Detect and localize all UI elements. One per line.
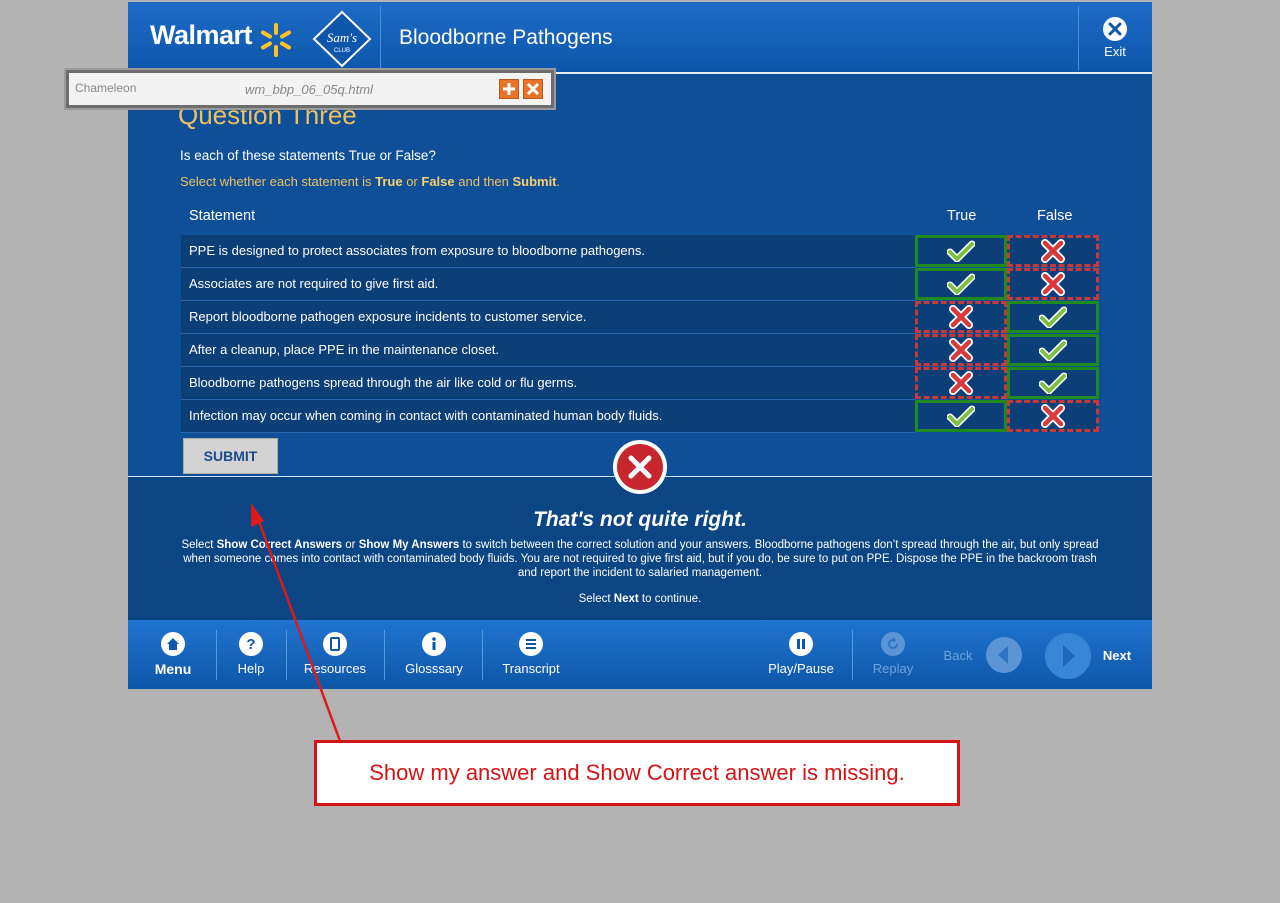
feedback-next-instruction: Select Next to continue. bbox=[578, 593, 702, 605]
row-divider bbox=[181, 432, 915, 433]
x-icon bbox=[948, 304, 974, 330]
column-header-false: False bbox=[1037, 208, 1073, 224]
x-icon bbox=[1040, 403, 1066, 429]
check-icon bbox=[1039, 306, 1067, 328]
feedback-title: That's not quite right. bbox=[533, 508, 747, 531]
nav-divider bbox=[852, 630, 853, 680]
table-row: Report bloodborne pathogen exposure inci… bbox=[181, 301, 1099, 334]
statement-text: Associates are not required to give firs… bbox=[181, 268, 915, 300]
header-divider bbox=[380, 6, 381, 70]
nav-divider bbox=[286, 630, 287, 680]
false-option[interactable] bbox=[1007, 400, 1099, 432]
plus-icon bbox=[503, 83, 515, 95]
false-option[interactable] bbox=[1007, 235, 1099, 267]
nav-divider bbox=[482, 630, 483, 680]
false-option[interactable] bbox=[1007, 367, 1099, 399]
false-option[interactable] bbox=[1007, 268, 1099, 300]
svg-text:?: ? bbox=[246, 636, 255, 653]
resources-button[interactable]: Resources bbox=[296, 620, 374, 689]
check-icon bbox=[1039, 372, 1067, 394]
help-button[interactable]: ? Help bbox=[224, 620, 278, 689]
table-row: PPE is designed to protect associates fr… bbox=[181, 235, 1099, 268]
close-icon bbox=[1103, 17, 1127, 41]
table-row: After a cleanup, place PPE in the mainte… bbox=[181, 334, 1099, 367]
transcript-button[interactable]: Transcript bbox=[490, 620, 572, 689]
header-divider-exit bbox=[1078, 6, 1079, 70]
true-option[interactable] bbox=[915, 400, 1007, 432]
sams-club-logo: Sam's CLUB bbox=[312, 10, 372, 68]
nav-divider bbox=[216, 630, 217, 680]
true-option[interactable] bbox=[915, 367, 1007, 399]
nav-divider bbox=[384, 630, 385, 680]
statement-text: PPE is designed to protect associates fr… bbox=[181, 235, 915, 267]
check-icon bbox=[947, 405, 975, 427]
statement-text: Report bloodborne pathogen exposure inci… bbox=[181, 301, 915, 333]
info-icon bbox=[422, 632, 446, 656]
x-icon bbox=[1040, 271, 1066, 297]
check-icon bbox=[947, 273, 975, 295]
pause-icon bbox=[789, 632, 813, 656]
glossary-button[interactable]: Glosssary bbox=[392, 620, 476, 689]
exit-label: Exit bbox=[1104, 44, 1126, 59]
x-icon bbox=[948, 370, 974, 396]
next-button[interactable]: Next bbox=[1094, 607, 1140, 676]
transcript-icon bbox=[519, 632, 543, 656]
x-icon bbox=[1040, 238, 1066, 264]
chameleon-logo: Chameleon bbox=[75, 81, 137, 95]
bottom-nav-bar: Menu ? Help Resources Glosssary Transcri… bbox=[128, 620, 1152, 689]
false-option[interactable] bbox=[1007, 334, 1099, 366]
column-header-statement: Statement bbox=[189, 208, 256, 224]
close-icon bbox=[526, 82, 540, 96]
annotation-note: Show my answer and Show Correct answer i… bbox=[314, 740, 960, 806]
toolbar-filename: wm_bbp_06_05q.html bbox=[245, 82, 373, 97]
course-header: Walmart Sam's CLUB Bloodborne Pathogens bbox=[128, 2, 1152, 74]
replay-button[interactable]: Replay bbox=[864, 620, 922, 689]
close-toolbar-button[interactable] bbox=[523, 79, 543, 99]
statement-text: Infection may occur when coming in conta… bbox=[181, 400, 915, 432]
check-icon bbox=[1039, 339, 1067, 361]
home-icon bbox=[161, 632, 185, 656]
chameleon-toolbar: Chameleon wm_bbp_06_05q.html bbox=[66, 70, 554, 108]
true-option[interactable] bbox=[915, 301, 1007, 333]
menu-button[interactable]: Menu bbox=[140, 620, 206, 689]
walmart-logo: Walmart bbox=[150, 20, 253, 50]
feedback-body: Select Show Correct Answers or Show My A… bbox=[181, 539, 1099, 579]
table-row: Infection may occur when coming in conta… bbox=[181, 400, 1099, 433]
svg-text:Sam's: Sam's bbox=[327, 30, 357, 45]
back-arrow-icon[interactable] bbox=[985, 636, 1023, 674]
svg-text:CLUB: CLUB bbox=[334, 48, 350, 54]
resources-icon bbox=[323, 632, 347, 656]
walmart-spark-icon bbox=[261, 23, 291, 57]
course-title: Bloodborne Pathogens bbox=[399, 26, 613, 49]
true-option[interactable] bbox=[915, 235, 1007, 267]
check-icon bbox=[947, 240, 975, 262]
true-option[interactable] bbox=[915, 268, 1007, 300]
statement-text: After a cleanup, place PPE in the mainte… bbox=[181, 334, 915, 366]
x-icon bbox=[948, 337, 974, 363]
true-option[interactable] bbox=[915, 334, 1007, 366]
back-label: Back bbox=[943, 648, 973, 663]
play-pause-button[interactable]: Play/Pause bbox=[760, 620, 842, 689]
question-instruction: Select whether each statement is True or… bbox=[180, 174, 561, 189]
table-row: Bloodborne pathogens spread through the … bbox=[181, 367, 1099, 400]
replay-icon bbox=[881, 632, 905, 656]
table-row: Associates are not required to give firs… bbox=[181, 268, 1099, 301]
column-header-true: True bbox=[947, 208, 977, 224]
question-prompt: Is each of these statements True or Fals… bbox=[180, 148, 436, 163]
statement-text: Bloodborne pathogens spread through the … bbox=[181, 367, 915, 399]
help-icon: ? bbox=[239, 632, 263, 656]
next-arrow-icon[interactable] bbox=[1044, 632, 1092, 680]
exit-button[interactable]: Exit bbox=[1090, 16, 1140, 59]
expand-button[interactable] bbox=[499, 79, 519, 99]
incorrect-icon bbox=[613, 440, 667, 494]
false-option[interactable] bbox=[1007, 301, 1099, 333]
submit-button[interactable]: SUBMIT bbox=[183, 438, 278, 474]
